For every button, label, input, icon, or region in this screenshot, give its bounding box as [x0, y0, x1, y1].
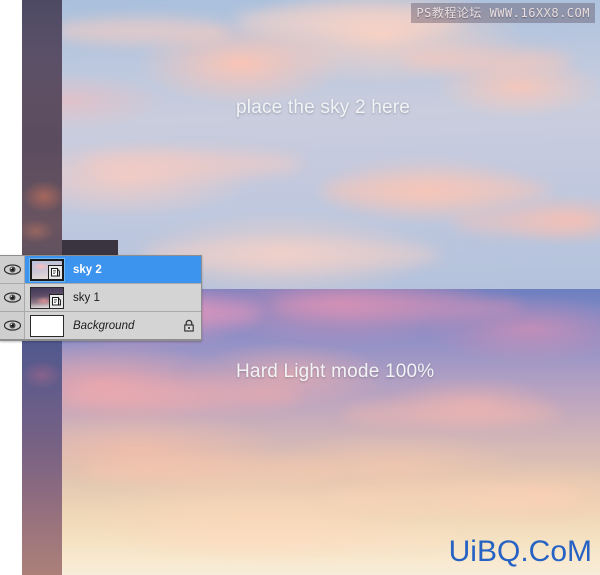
layer-thumbnail-cell[interactable]: [25, 312, 69, 339]
smart-object-badge-icon: [48, 264, 62, 279]
lock-icon: [184, 319, 194, 332]
panel-top-sliver: [62, 240, 118, 255]
layer-lock-cell[interactable]: [177, 312, 201, 339]
screenshot-canvas: place the sky 2 here Hard Light mode 100…: [0, 0, 600, 575]
layer-visibility-toggle[interactable]: [0, 256, 25, 283]
layers-panel[interactable]: sky 2 sky 1 Background: [0, 255, 202, 341]
layer-thumbnail[interactable]: [30, 314, 64, 337]
layer-row[interactable]: Background: [0, 312, 201, 340]
layer-name[interactable]: sky 2: [69, 264, 177, 276]
top-watermark: PS教程论坛 WWW.16XX8.COM: [411, 3, 595, 23]
layer-row[interactable]: sky 1: [0, 284, 201, 312]
layer-row[interactable]: sky 2: [0, 256, 201, 284]
layer-thumbnail-cell[interactable]: [25, 256, 69, 283]
layer-name[interactable]: sky 1: [69, 292, 177, 304]
upper-annotation-text: place the sky 2 here: [236, 97, 411, 118]
eye-icon: [3, 264, 21, 275]
bottom-watermark-logo: UiBQ.CoM: [448, 535, 592, 568]
smart-object-badge-icon: [49, 293, 63, 308]
layer-lock-cell: [177, 284, 201, 311]
lower-annotation-text: Hard Light mode 100%: [236, 361, 435, 382]
upper-sky-dark-edge-band: [22, 0, 62, 289]
layer-thumbnail[interactable]: [30, 286, 64, 309]
layer-lock-cell: [177, 256, 201, 283]
layer-thumbnail-cell[interactable]: [25, 284, 69, 311]
layer-visibility-toggle[interactable]: [0, 284, 25, 311]
layer-name[interactable]: Background: [69, 320, 177, 332]
eye-icon: [3, 320, 21, 331]
layer-visibility-toggle[interactable]: [0, 312, 25, 339]
layer-thumbnail[interactable]: [29, 257, 65, 282]
eye-icon: [3, 292, 21, 303]
